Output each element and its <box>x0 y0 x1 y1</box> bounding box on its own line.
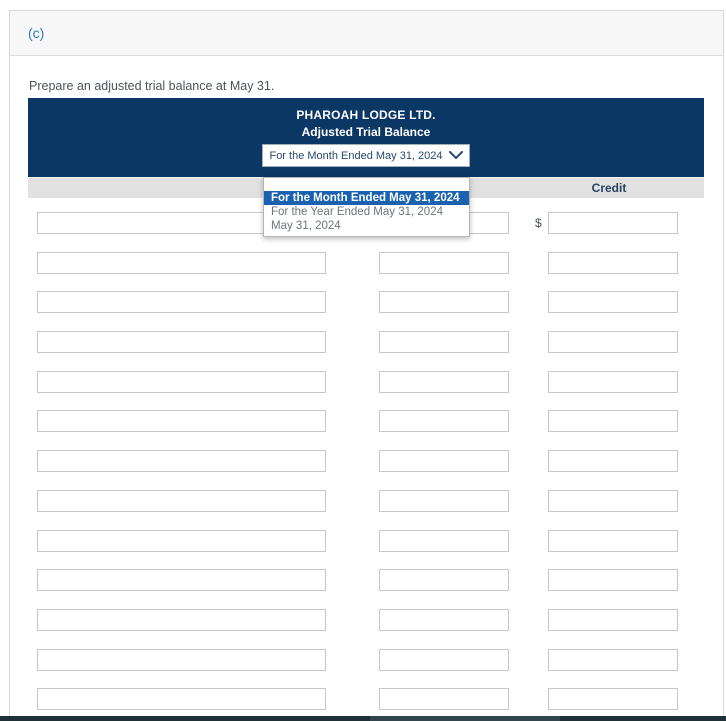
chevron-down-icon <box>443 151 469 160</box>
table-row <box>28 450 704 490</box>
credit-amount-input[interactable] <box>548 529 678 552</box>
bottom-scrollbar[interactable] <box>0 716 726 721</box>
credit-amount-input[interactable] <box>548 251 678 274</box>
credit-amount-input[interactable] <box>548 608 678 631</box>
table-row <box>28 251 704 292</box>
dropdown-spacer <box>264 178 469 191</box>
credit-amount-input[interactable] <box>548 331 678 354</box>
credit-amount-input[interactable] <box>548 450 678 473</box>
table-row <box>28 648 704 689</box>
period-select-value: For the Month Ended May 31, 2024 <box>269 149 443 162</box>
table-row <box>28 608 704 649</box>
debit-amount-input[interactable] <box>379 608 509 631</box>
scrollbar-thumb[interactable] <box>370 716 560 721</box>
debit-amount-input[interactable] <box>379 370 509 393</box>
period-option[interactable]: For the Year Ended May 31, 2024 <box>264 205 469 219</box>
table-row <box>28 370 704 411</box>
debit-amount-input[interactable] <box>379 251 509 274</box>
account-title-input[interactable] <box>37 410 326 433</box>
account-title-input[interactable] <box>37 370 326 393</box>
account-title-input[interactable] <box>37 648 326 671</box>
table-row <box>28 291 704 331</box>
account-title-input[interactable] <box>37 291 326 314</box>
question-part-panel: (c) Prepare an adjusted trial balance at… <box>9 10 724 721</box>
period-select-dropdown: For the Month Ended May 31, 2024 For the … <box>263 177 470 237</box>
statement-title: Adjusted Trial Balance <box>301 125 431 139</box>
company-name: PHAROAH LODGE LTD. <box>296 108 436 122</box>
credit-currency-symbol: $ <box>535 216 542 230</box>
debit-amount-input[interactable] <box>379 688 509 711</box>
table-row <box>28 331 704 371</box>
account-title-input[interactable] <box>37 450 326 473</box>
section-label: (c) <box>28 25 45 41</box>
debit-amount-input[interactable] <box>379 410 509 433</box>
debit-amount-input[interactable] <box>379 291 509 314</box>
credit-amount-input[interactable] <box>548 410 678 433</box>
credit-amount-input[interactable] <box>548 569 678 592</box>
credit-amount-input[interactable] <box>548 648 678 671</box>
debit-amount-input[interactable] <box>379 569 509 592</box>
table-header: PHAROAH LODGE LTD. Adjusted Trial Balanc… <box>28 98 704 177</box>
debit-amount-input[interactable] <box>379 450 509 473</box>
panel-header: (c) <box>10 11 723 56</box>
account-title-input[interactable] <box>37 251 326 274</box>
table-row <box>28 410 704 450</box>
period-select[interactable]: For the Month Ended May 31, 2024 <box>262 144 470 167</box>
table-row <box>28 529 704 570</box>
credit-column-header: Credit <box>591 181 627 195</box>
credit-amount-input[interactable] <box>548 370 678 393</box>
debit-amount-input[interactable] <box>379 529 509 552</box>
account-title-input[interactable] <box>37 489 326 512</box>
debit-amount-input[interactable] <box>379 489 509 512</box>
table-row <box>28 569 704 609</box>
debit-amount-input[interactable] <box>379 648 509 671</box>
credit-amount-input[interactable] <box>548 212 678 234</box>
table-rows: $$ <box>28 198 704 721</box>
account-title-input[interactable] <box>37 569 326 592</box>
period-option[interactable]: For the Month Ended May 31, 2024 <box>264 191 469 205</box>
period-option[interactable]: May 31, 2024 <box>264 219 469 233</box>
debit-amount-input[interactable] <box>379 331 509 354</box>
account-title-input[interactable] <box>37 688 326 711</box>
table-row <box>28 489 704 530</box>
account-title-input[interactable] <box>37 608 326 631</box>
credit-amount-input[interactable] <box>548 688 678 711</box>
account-title-input[interactable] <box>37 331 326 354</box>
credit-amount-input[interactable] <box>548 489 678 512</box>
credit-amount-input[interactable] <box>548 291 678 314</box>
instruction-text: Prepare an adjusted trial balance at May… <box>29 79 275 93</box>
account-title-input[interactable] <box>37 529 326 552</box>
